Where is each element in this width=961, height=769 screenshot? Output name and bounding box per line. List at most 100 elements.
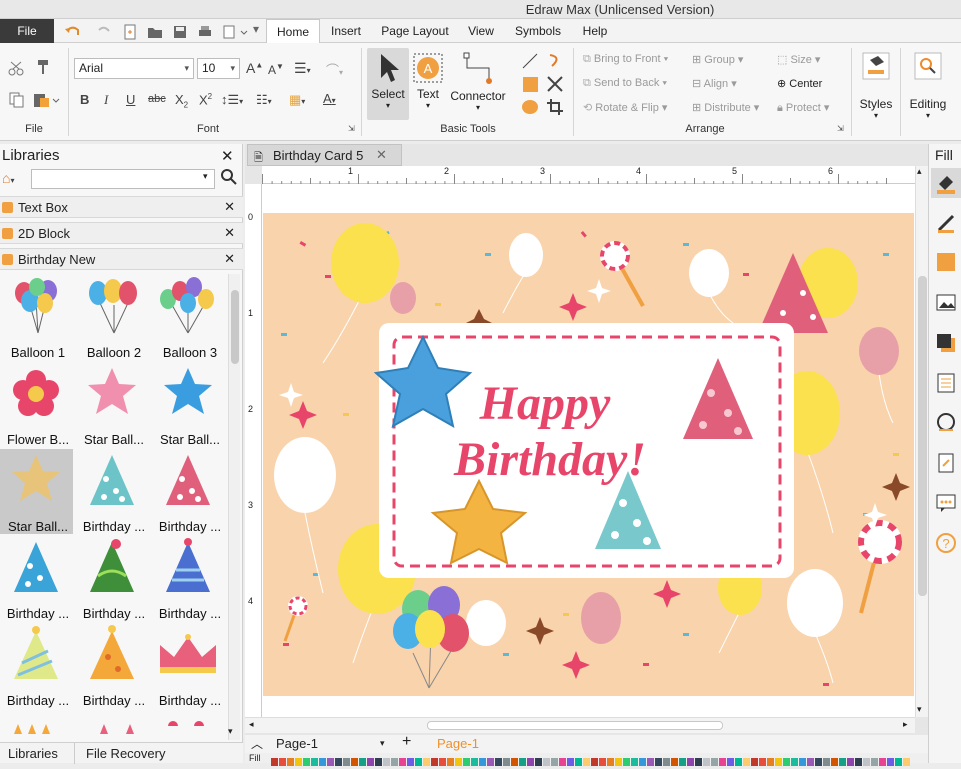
color-swatch[interactable]	[895, 758, 902, 766]
styles-button[interactable]: Styles ▾	[856, 52, 896, 130]
save-icon[interactable]	[172, 24, 188, 40]
card-title-line2[interactable]: Birthday!	[453, 433, 646, 486]
color-swatch[interactable]	[615, 758, 622, 766]
text-path-icon[interactable]: ⌒▾	[326, 60, 343, 79]
collapse-icon[interactable]: ︿	[251, 735, 263, 752]
undo-icon[interactable]	[63, 24, 85, 40]
vertical-scrollbar[interactable]: ▴ ▾	[915, 166, 928, 717]
color-swatch[interactable]	[799, 758, 806, 766]
add-page-icon[interactable]: +	[402, 733, 411, 751]
color-swatch[interactable]	[879, 758, 886, 766]
font-dialog-launcher-icon[interactable]: ⇲	[348, 124, 355, 133]
color-palette[interactable]: Fill	[245, 753, 928, 766]
align-button[interactable]: ⊟ Align ▾	[692, 77, 737, 90]
font-size-select[interactable]: 10 ▾	[197, 58, 240, 79]
library-item-birthday-hat-orange[interactable]: Birthday ...	[76, 623, 152, 708]
color-swatch[interactable]	[631, 758, 638, 766]
color-swatch[interactable]	[591, 758, 598, 766]
ellipse-tool-icon[interactable]	[521, 98, 539, 119]
library-section-birthday-new[interactable]: Birthday New ✕	[0, 248, 243, 270]
select-tool-button[interactable]: Select ▾	[367, 48, 409, 120]
cross-tool-icon[interactable]	[546, 75, 564, 96]
image-icon[interactable]	[935, 292, 957, 317]
line-style-icon[interactable]	[935, 212, 957, 237]
decrease-font-icon[interactable]: A▼	[268, 62, 284, 77]
palette-swatches[interactable]	[271, 755, 921, 766]
library-item-birthday-hat-blue[interactable]: Birthday ...	[0, 536, 76, 621]
color-swatch[interactable]	[727, 758, 734, 766]
color-swatch[interactable]	[807, 758, 814, 766]
scrollbar-thumb[interactable]	[918, 276, 927, 596]
color-swatch[interactable]	[831, 758, 838, 766]
tab-libraries[interactable]: Libraries	[8, 746, 58, 761]
color-swatch[interactable]	[383, 758, 390, 766]
open-folder-icon[interactable]	[147, 24, 163, 40]
color-swatch[interactable]	[695, 758, 702, 766]
color-swatch[interactable]	[287, 758, 294, 766]
color-swatch[interactable]	[783, 758, 790, 766]
center-button[interactable]: ⊕ Center	[777, 77, 822, 90]
color-swatch[interactable]	[551, 758, 558, 766]
search-icon[interactable]	[221, 169, 237, 188]
color-swatch[interactable]	[759, 758, 766, 766]
card-title-line1[interactable]: Happy	[479, 377, 611, 430]
color-swatch[interactable]	[455, 758, 462, 766]
color-swatch[interactable]	[335, 758, 342, 766]
comment-icon[interactable]	[935, 492, 957, 517]
color-swatch[interactable]	[271, 758, 278, 766]
color-swatch[interactable]	[719, 758, 726, 766]
tab-symbols[interactable]: Symbols	[511, 19, 565, 43]
cut-icon[interactable]	[8, 60, 26, 79]
color-swatch[interactable]	[503, 758, 510, 766]
chevron-down-icon[interactable]: ▾	[380, 738, 385, 749]
arc-tool-icon[interactable]	[546, 52, 564, 73]
distribute-button[interactable]: ⊞ Distribute ▾	[692, 101, 759, 114]
color-swatch[interactable]	[711, 758, 718, 766]
copy-icon[interactable]	[8, 91, 26, 112]
library-scrollbar[interactable]	[228, 274, 240, 740]
group-button[interactable]: ⊞ Group ▾	[692, 53, 743, 66]
rotate-flip-button[interactable]: ⟲ Rotate & Flip ▾	[583, 101, 667, 114]
color-swatch[interactable]	[303, 758, 310, 766]
scroll-up-icon[interactable]: ▴	[917, 166, 922, 177]
font-color-icon[interactable]: A▾	[323, 91, 336, 106]
color-swatch[interactable]	[687, 758, 694, 766]
color-swatch[interactable]	[607, 758, 614, 766]
color-swatch[interactable]	[519, 758, 526, 766]
scrollbar-thumb[interactable]	[427, 721, 723, 730]
color-swatch[interactable]	[471, 758, 478, 766]
color-swatch[interactable]	[751, 758, 758, 766]
shadow-icon[interactable]	[935, 332, 957, 357]
color-swatch[interactable]	[671, 758, 678, 766]
help-icon[interactable]: ?	[935, 532, 957, 557]
library-item-birthday-hat-yellow-striped[interactable]: Birthday ...	[0, 623, 76, 708]
export-icon[interactable]	[222, 24, 250, 40]
underline-icon[interactable]: U	[126, 92, 135, 107]
library-item-birthday-hat-pink[interactable]: Birthday ...	[152, 449, 228, 534]
color-swatch[interactable]	[343, 758, 350, 766]
hyperlink-icon[interactable]	[935, 412, 957, 437]
library-item-balloon-3[interactable]: Balloon 3	[152, 275, 228, 360]
send-to-back-button[interactable]: ⧉ Send to Back ▾	[583, 77, 667, 90]
color-swatch[interactable]	[319, 758, 326, 766]
rectangle-tool-icon[interactable]	[521, 75, 539, 96]
page-select[interactable]: Page-1	[276, 736, 318, 751]
tab-help[interactable]: Help	[577, 19, 613, 43]
library-item-star-balloon-blue[interactable]: Star Ball...	[152, 362, 228, 447]
color-swatch[interactable]	[767, 758, 774, 766]
color-swatch[interactable]	[743, 758, 750, 766]
subscript-icon[interactable]: X2	[175, 92, 188, 110]
redo-icon[interactable]	[97, 24, 113, 40]
color-swatch[interactable]	[703, 758, 710, 766]
color-swatch[interactable]	[815, 758, 822, 766]
library-item-birthday-hat-green[interactable]: Birthday ...	[76, 536, 152, 621]
color-swatch[interactable]	[735, 758, 742, 766]
color-swatch[interactable]	[559, 758, 566, 766]
protect-button[interactable]: 🔒︎ Protect ▾	[777, 101, 829, 115]
color-swatch[interactable]	[583, 758, 590, 766]
horizontal-scrollbar[interactable]: ◂ ▸	[245, 717, 915, 733]
fill-panel-button[interactable]	[931, 168, 961, 198]
color-swatch[interactable]	[439, 758, 446, 766]
library-item-birthday-hat-striped[interactable]: Birthday ...	[152, 536, 228, 621]
arrange-dialog-launcher-icon[interactable]: ⇲	[837, 124, 844, 133]
